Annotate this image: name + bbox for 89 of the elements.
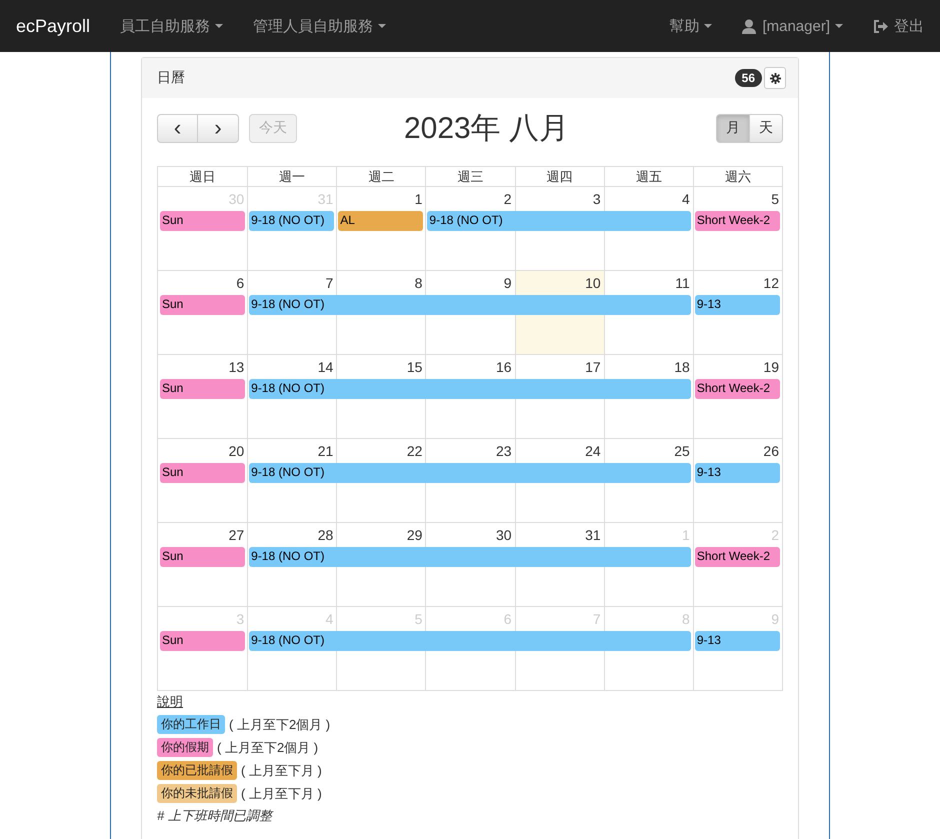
caret-icon [215,24,224,28]
legend-label: 你的工作日 [157,715,225,734]
day-number: 7 [325,275,334,291]
day-number: 27 [228,527,246,543]
brand-link[interactable]: ecPayroll [16,16,90,36]
weekday-header: 週四 [514,167,604,186]
day-number: 29 [406,527,424,543]
day-number: 8 [414,275,424,291]
nav-menu[interactable]: 管理人員自助服務 [253,16,386,36]
event-bar[interactable]: Short Week-2 [694,547,780,567]
day-number: 26 [763,443,780,459]
day-number: 1 [414,191,424,207]
caret-icon [704,24,712,28]
weekday-header: 週二 [336,167,426,186]
day-number: 28 [318,527,334,543]
event-bar[interactable]: AL [338,211,424,231]
footnote: # 上下班時間已調整 [157,807,274,825]
day-number: 5 [771,191,780,207]
day-number: 11 [675,275,691,291]
panel-title: 日曆 [157,69,186,87]
day-number: 24 [585,443,602,459]
event-bar[interactable]: 9-18 (NO OT) [249,463,691,483]
day-number: 2 [504,191,513,207]
nav-menu[interactable]: 員工自助服務 [120,16,224,36]
event-bar[interactable]: 9-18 (NO OT) [249,379,691,399]
day-number: 22 [406,443,424,459]
nav-menu[interactable]: 幫助 [669,16,712,36]
legend-note: ( 上月至下月 ) [241,784,322,802]
legend-note: ( 上月至下2個月 ) [229,716,330,734]
day-number: 12 [763,275,780,291]
weekday-header: 週五 [604,167,693,186]
weekday-header: 週三 [425,167,515,186]
day-number: 15 [406,359,424,375]
user-icon [742,18,756,34]
event-bar[interactable]: Sun [160,547,246,567]
day-number: 16 [496,359,513,375]
legend-label: 你的未批請假 [157,784,237,803]
nav-menu[interactable]: [manager] [742,18,843,34]
day-number: 9 [504,275,513,291]
previous-button[interactable]: ‹ [157,114,198,142]
day-number: 20 [228,443,246,459]
caret-icon [378,24,386,28]
calendar-title: 2023年 八月 [402,110,570,146]
day-number: 23 [496,443,513,459]
event-bar[interactable]: 9-18 (NO OT) [249,631,691,651]
day-number: 10 [585,275,602,291]
view-tab[interactable]: 天 [750,114,783,142]
legend-label: 你的假期 [157,738,213,757]
logout-icon [873,20,888,32]
day-number: 21 [318,443,334,459]
event-bar[interactable]: 9-18 (NO OT) [249,295,691,315]
event-bar[interactable]: 9-18 (NO OT) [249,547,691,567]
day-number: 6 [236,275,246,291]
event-bar[interactable]: 9-13 [694,295,780,315]
day-number: 19 [763,359,780,375]
legend-note: ( 上月至下月 ) [241,762,322,780]
event-bar[interactable]: Short Week-2 [694,211,780,231]
event-bar[interactable]: 9-13 [694,631,780,651]
event-bar[interactable]: Sun [160,295,246,315]
day-number: 30 [496,527,513,543]
event-bar[interactable]: Short Week-2 [694,379,780,399]
day-number: 25 [674,443,691,459]
next-button[interactable]: › [198,114,239,142]
event-bar[interactable]: Sun [160,211,246,231]
view-tab[interactable]: 月 [716,114,750,142]
legend-title: 說明 [157,693,183,711]
day-number: 13 [228,359,246,375]
day-number: 14 [318,359,334,375]
event-bar[interactable]: 9-18 (NO OT) [427,211,691,231]
day-number: 4 [682,191,691,207]
event-bar[interactable]: Sun [160,631,246,651]
day-number: 31 [585,527,602,543]
count-badge: 56 [734,69,762,87]
legend-note: ( 上月至下2個月 ) [217,738,318,756]
settings-button[interactable] [764,67,786,89]
legend-label: 你的已批請假 [157,761,237,780]
event-bar[interactable]: Sun [160,463,246,483]
weekday-header: 週一 [247,167,336,186]
event-bar[interactable]: Sun [160,379,246,399]
weekday-header: 週六 [692,167,782,186]
day-number: 18 [674,359,691,375]
settings-icon [770,72,780,84]
event-bar[interactable]: 9-13 [694,463,780,483]
day-number: 3 [592,191,602,207]
caret-icon [835,24,843,28]
event-bar[interactable]: 9-18 (NO OT) [249,211,334,231]
day-number: 17 [585,359,602,375]
weekday-header: 週日 [188,168,217,186]
nav-menu[interactable]: 登出 [873,16,924,36]
